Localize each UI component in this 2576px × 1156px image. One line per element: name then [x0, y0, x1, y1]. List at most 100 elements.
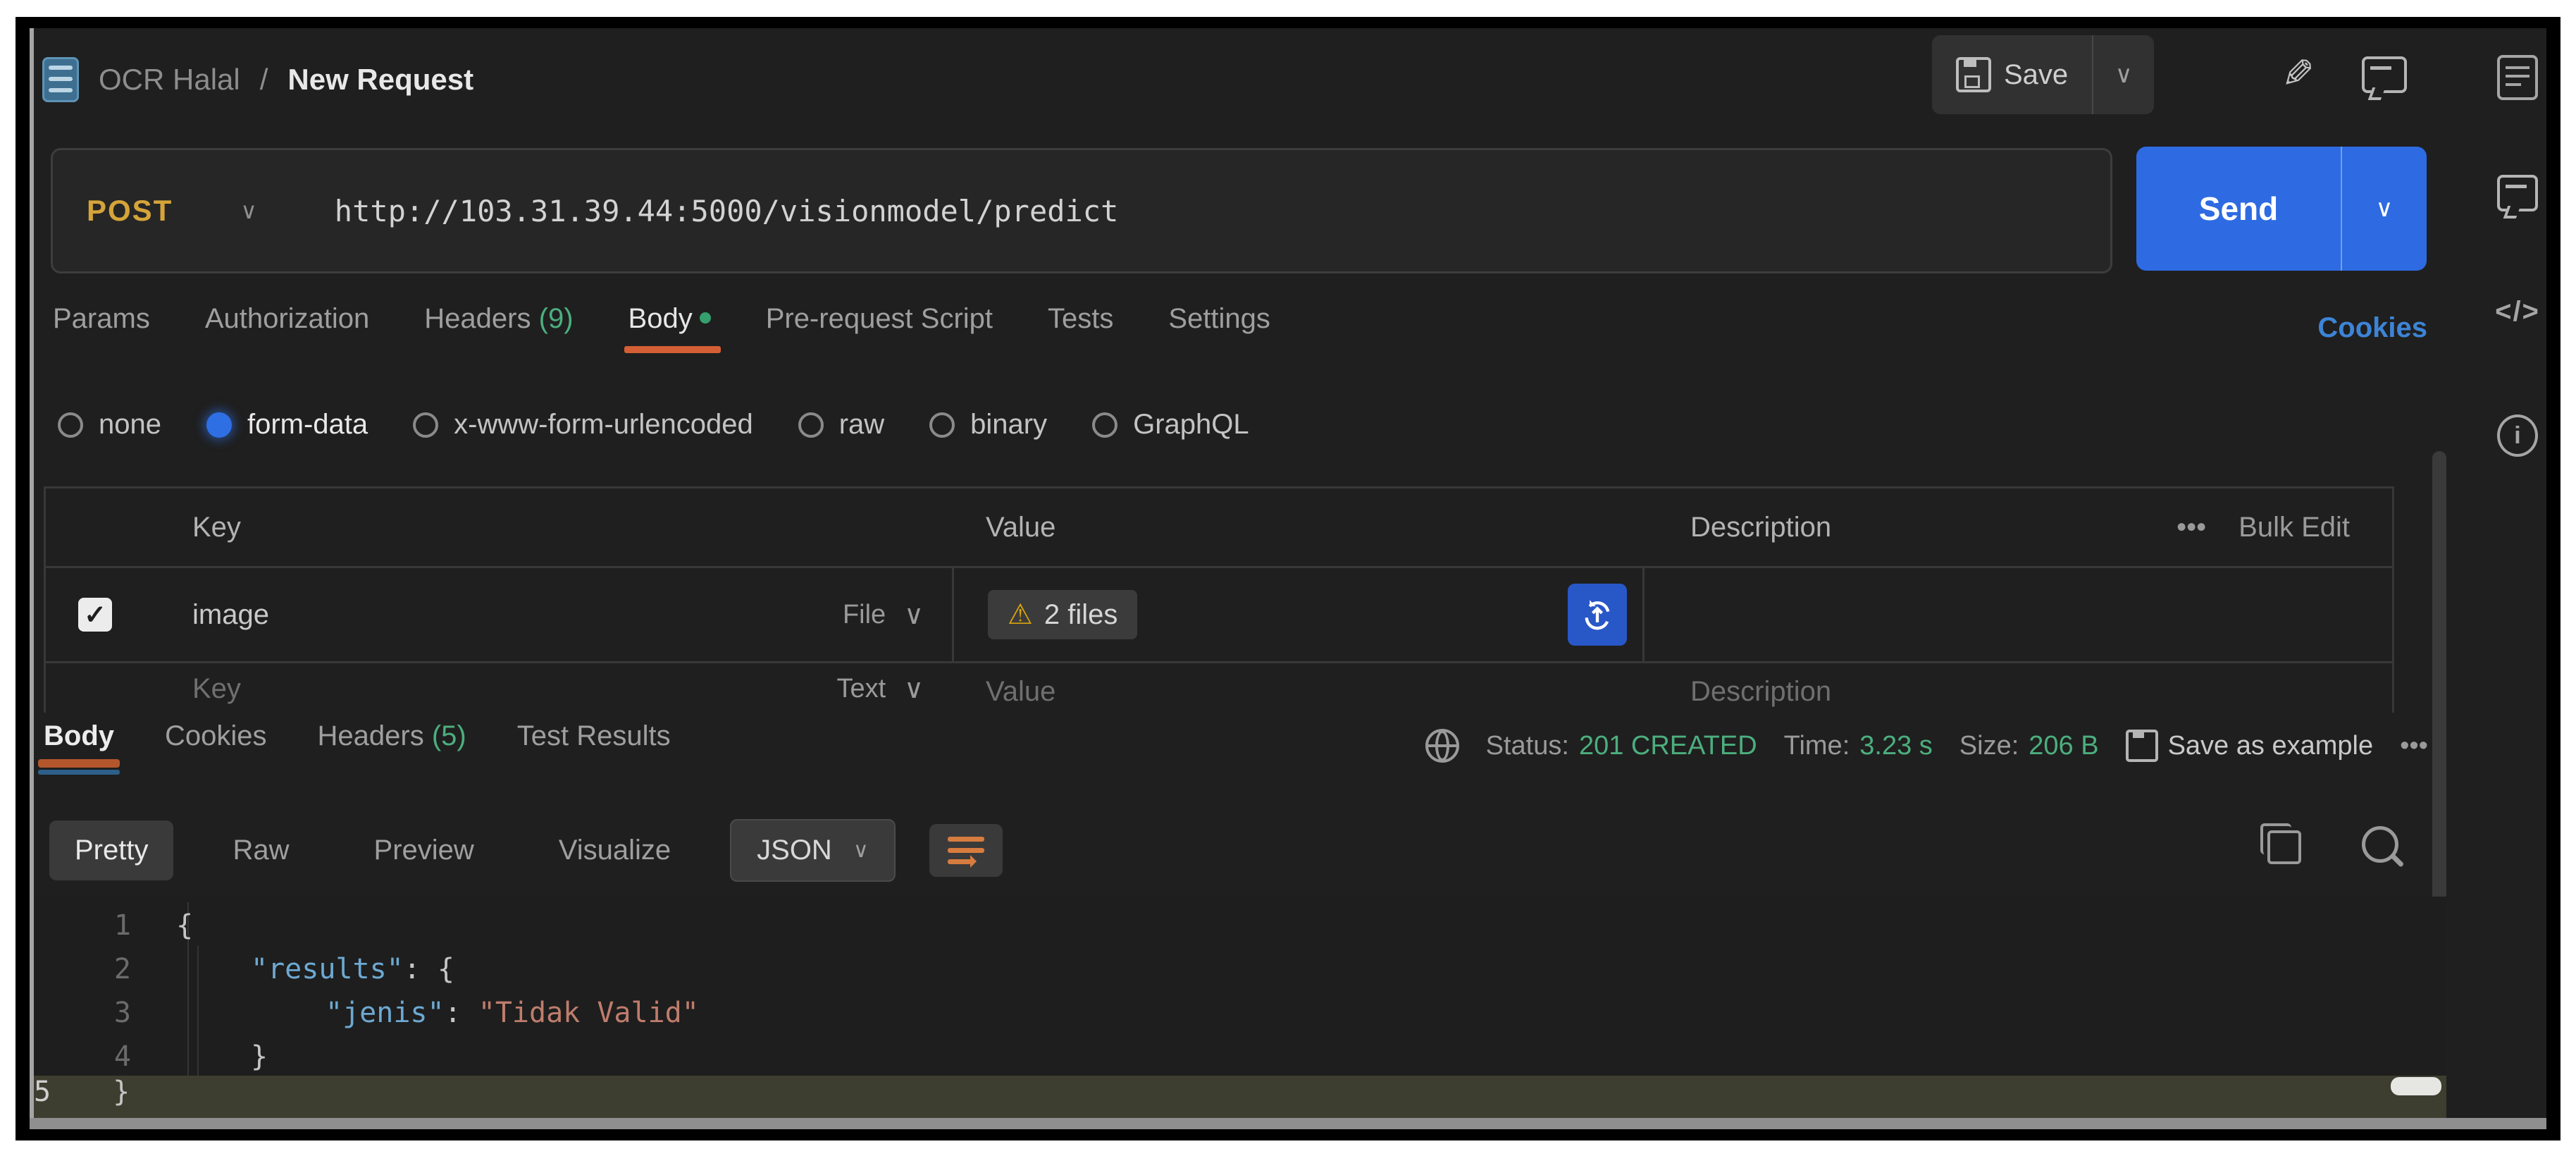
save-label: Save — [2004, 59, 2068, 91]
line-number: 5 — [34, 1076, 51, 1108]
description-placeholder[interactable]: Description — [1642, 673, 2392, 711]
response-tabs: Body Cookies Headers (5) Test Results — [44, 720, 671, 775]
view-preview[interactable]: Preview — [349, 820, 500, 880]
send-label: Send — [2136, 190, 2341, 228]
code-line-1: 1 { — [34, 904, 2446, 947]
column-header-value: Value — [952, 488, 1642, 566]
code-line-2: 2 "results": { — [34, 947, 2446, 991]
url-input[interactable]: http://103.31.39.44:5000/visionmodel/pre… — [335, 194, 1119, 228]
response-body-editor[interactable]: 5 } 1 { 2 "results": { 3 "jenis": "Tidak… — [34, 897, 2446, 1126]
status-value: 201 CREATED — [1579, 731, 1757, 761]
request-titlebar: OCR Halal / New Request — [42, 41, 473, 118]
more-icon[interactable]: ••• — [2176, 512, 2206, 543]
comment-icon — [2497, 175, 2538, 211]
sidebar-item-code[interactable]: </> — [2497, 296, 2538, 328]
upload-button[interactable] — [1568, 584, 1627, 646]
response-tab-headers[interactable]: Headers (5) — [318, 720, 466, 775]
line-number: 1 — [34, 909, 131, 942]
radio-icon — [929, 412, 955, 438]
wrap-text-icon — [948, 837, 984, 842]
key-cell[interactable]: image — [192, 599, 269, 631]
response-tab-test-results[interactable]: Test Results — [517, 720, 671, 775]
type-selector[interactable]: Text ∨ — [836, 673, 924, 705]
tab-body[interactable]: Body — [628, 303, 711, 353]
mode-x-www-form-urlencoded[interactable]: x-www-form-urlencoded — [413, 409, 753, 441]
http-request-icon — [42, 57, 79, 102]
save-button[interactable]: Save ∨ — [1932, 35, 2154, 114]
request-name[interactable]: New Request — [287, 63, 473, 97]
tab-authorization[interactable]: Authorization — [205, 303, 369, 353]
code-line-4: 4 } — [34, 1035, 2446, 1078]
sidebar-item-documentation[interactable] — [2497, 55, 2538, 100]
view-raw[interactable]: Raw — [207, 820, 314, 880]
tab-pre-request-script[interactable]: Pre-request Script — [766, 303, 993, 353]
send-button[interactable]: Send ∨ — [2136, 147, 2427, 271]
request-tabs: Params Authorization Headers (9) Body Pr… — [53, 303, 2427, 353]
editor-scrollbar-thumb[interactable] — [2391, 1077, 2441, 1095]
tab-params[interactable]: Params — [53, 303, 150, 353]
tab-tests[interactable]: Tests — [1048, 303, 1113, 353]
save-button-main[interactable]: Save — [1932, 35, 2092, 114]
radio-icon — [58, 412, 83, 438]
response-tab-body[interactable]: Body — [44, 720, 114, 775]
mode-none[interactable]: none — [58, 409, 161, 441]
tab-headers[interactable]: Headers (9) — [424, 303, 573, 353]
cookies-link[interactable]: Cookies — [2317, 312, 2427, 344]
table-header-row: Key Value Description ••• Bulk Edit — [46, 488, 2392, 568]
active-tab-underline — [38, 759, 120, 768]
wrap-text-button[interactable] — [929, 824, 1003, 877]
save-as-example-button[interactable]: Save as example — [2126, 730, 2374, 762]
format-selector[interactable]: JSON ∨ — [730, 819, 896, 882]
mode-binary[interactable]: binary — [929, 409, 1047, 441]
sidebar-item-comments[interactable] — [2497, 175, 2538, 211]
breadcrumb-separator: / — [260, 63, 268, 97]
code-icon: </> — [2495, 296, 2540, 328]
response-tab-cookies[interactable]: Cookies — [165, 720, 267, 775]
files-count: 2 files — [1044, 599, 1118, 631]
save-dropdown-button[interactable]: ∨ — [2092, 35, 2154, 114]
method-selector[interactable]: POST — [87, 194, 173, 228]
active-tab-underline — [624, 346, 721, 353]
body-mode-options: none form-data x-www-form-urlencoded raw… — [58, 409, 1249, 441]
page: OCR Halal / New Request Save ∨ ✎ </> i P… — [0, 0, 2576, 1156]
save-icon — [1956, 57, 1991, 92]
bulk-edit-button[interactable]: Bulk Edit — [2238, 512, 2350, 543]
radio-icon — [413, 412, 438, 438]
globe-icon[interactable] — [1425, 729, 1459, 763]
size-value: 206 B — [2029, 731, 2098, 761]
view-visualize[interactable]: Visualize — [533, 820, 696, 880]
mode-graphql[interactable]: GraphQL — [1092, 409, 1249, 441]
type-selector[interactable]: File ∨ — [843, 599, 924, 631]
breadcrumb-workspace[interactable]: OCR Halal — [99, 63, 240, 97]
chevron-down-icon[interactable]: ∨ — [240, 197, 256, 224]
value-placeholder[interactable]: Value — [952, 673, 1642, 711]
edit-icon[interactable]: ✎ — [2281, 51, 2315, 97]
send-dropdown-button[interactable]: ∨ — [2341, 147, 2427, 271]
copy-icon[interactable] — [2267, 830, 2301, 864]
comment-icon — [2362, 56, 2407, 93]
mode-raw[interactable]: raw — [798, 409, 884, 441]
body-modified-dot — [700, 312, 711, 324]
time-badge: Time: 3.23 s — [1784, 731, 1933, 761]
table-row: ✓ image File ∨ ⚠ 2 files — [46, 568, 2392, 663]
radio-selected-icon — [206, 412, 232, 438]
key-placeholder[interactable]: Key — [192, 673, 241, 705]
comment-button[interactable] — [2362, 56, 2407, 93]
column-header-description: Description ••• Bulk Edit — [1642, 488, 2392, 566]
form-data-table: Key Value Description ••• Bulk Edit ✓ im… — [44, 486, 2394, 713]
code-line: } — [113, 1076, 130, 1108]
code-line-3: 3 "jenis": "Tidak Valid" — [34, 991, 2446, 1035]
row-checkbox[interactable]: ✓ — [78, 598, 112, 632]
view-pretty[interactable]: Pretty — [49, 820, 173, 880]
response-meta: Status: 201 CREATED Time: 3.23 s Size: 2… — [1425, 718, 2428, 774]
search-icon[interactable] — [2362, 826, 2398, 863]
tab-settings[interactable]: Settings — [1168, 303, 1270, 353]
more-icon[interactable]: ••• — [2400, 731, 2428, 761]
sidebar-item-info[interactable]: i — [2497, 414, 2538, 457]
mode-form-data[interactable]: form-data — [206, 409, 368, 441]
chevron-down-icon: ∨ — [904, 599, 924, 631]
description-cell[interactable] — [1642, 568, 2392, 661]
files-chip[interactable]: ⚠ 2 files — [988, 590, 1137, 639]
size-badge: Size: 206 B — [1959, 731, 2099, 761]
chevron-down-icon: ∨ — [853, 838, 869, 863]
